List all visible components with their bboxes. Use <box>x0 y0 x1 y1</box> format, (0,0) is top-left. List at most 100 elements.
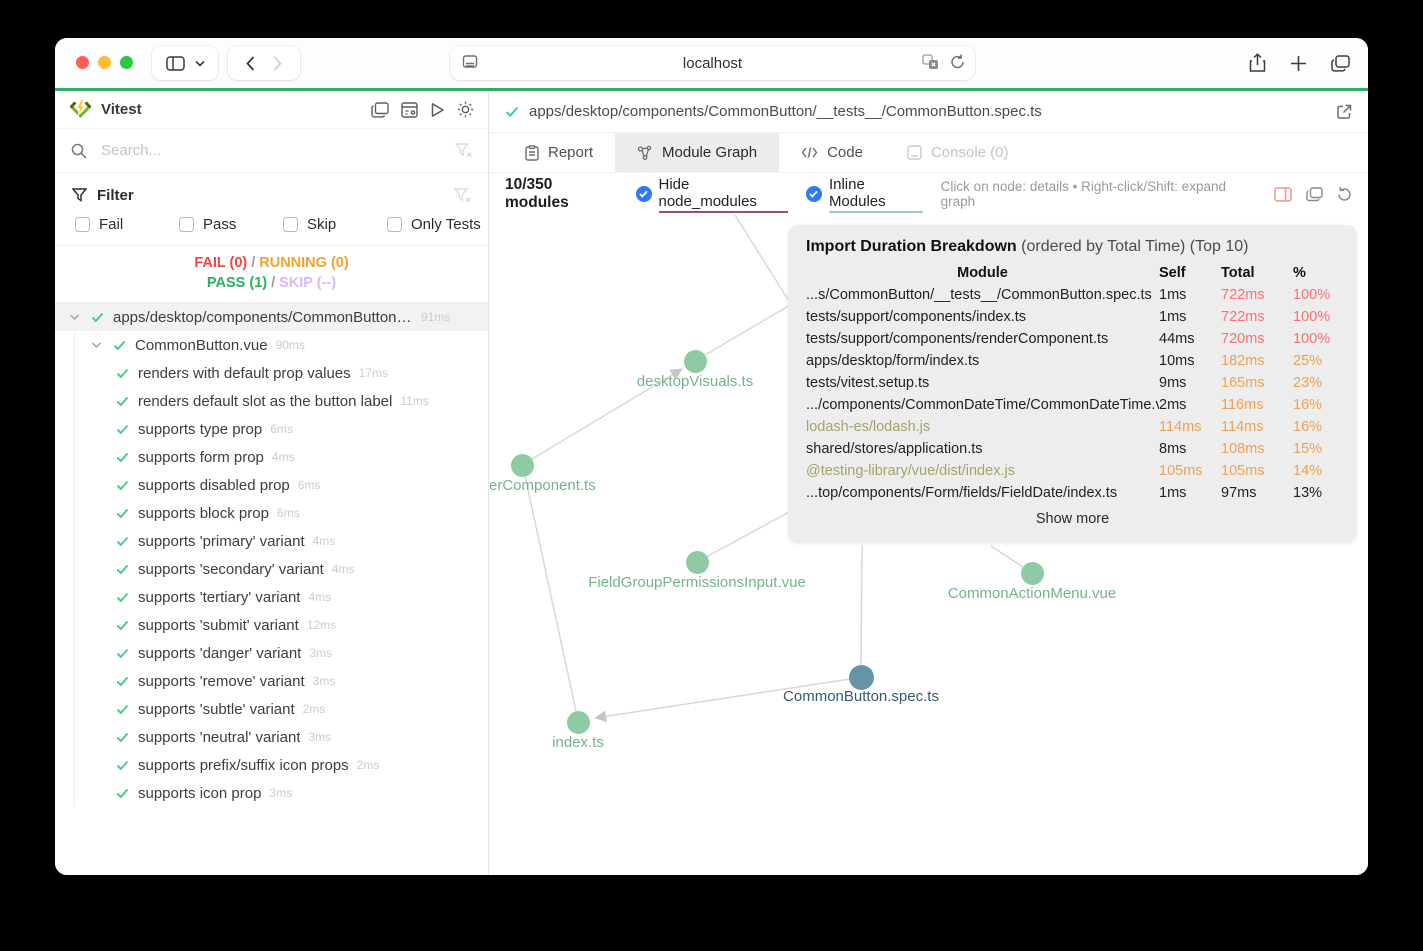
test-case-row[interactable]: supports 'primary' variant 4ms <box>55 527 488 555</box>
test-case-row[interactable]: renders with default prop values 17ms <box>55 359 488 387</box>
reload-icon[interactable] <box>950 54 965 70</box>
test-case-row[interactable]: supports form prop 4ms <box>55 443 488 471</box>
test-case-name: supports 'submit' variant <box>138 616 299 634</box>
duration-table-row[interactable]: apps/desktop/form/index.ts 10ms 182ms 25… <box>806 350 1339 372</box>
duration-table-row[interactable]: ...s/CommonButton/__tests__/CommonButton… <box>806 284 1339 306</box>
open-external-icon[interactable] <box>1336 104 1352 120</box>
chevron-down-icon[interactable] <box>91 341 102 349</box>
reset-graph-icon[interactable] <box>1337 186 1352 202</box>
module-path: lodash-es/lodash.js <box>806 419 931 435</box>
percent: 16% <box>1293 397 1323 413</box>
graph-node[interactable] <box>511 454 534 477</box>
clear-search-filter-icon[interactable] <box>455 143 472 158</box>
duration-table-row[interactable]: tests/support/components/index.ts 1ms 72… <box>806 306 1339 328</box>
test-case-row[interactable]: supports prefix/suffix icon props 2ms <box>55 751 488 779</box>
duration-table-row[interactable]: tests/support/components/renderComponent… <box>806 328 1339 350</box>
graph-node-label[interactable]: erComponent.ts <box>489 477 596 494</box>
filter-checkbox-option[interactable]: Only Tests <box>387 216 488 233</box>
chevron-down-icon[interactable] <box>69 313 80 321</box>
graph-node-label[interactable]: FieldGroupPermissionsInput.vue <box>588 574 806 591</box>
test-case-name: supports 'remove' variant <box>138 672 305 690</box>
theme-toggle-icon[interactable] <box>457 101 474 118</box>
stats-line-2: PASS (1) / SKIP (--) <box>206 275 337 291</box>
address-bar[interactable]: localhost <box>450 46 975 80</box>
minimize-window-button[interactable] <box>98 56 111 69</box>
report-overview-icon[interactable] <box>401 101 418 118</box>
graph-node[interactable] <box>1021 562 1044 585</box>
checkbox-unchecked-icon[interactable] <box>179 217 194 232</box>
graph-node-label[interactable]: index.ts <box>552 734 604 751</box>
duration-table-row[interactable]: shared/stores/application.ts 8ms 108ms 1… <box>806 438 1339 460</box>
checkbox-unchecked-icon[interactable] <box>283 217 298 232</box>
filter-option-label: Fail <box>99 216 124 233</box>
duration-table-row[interactable]: ...top/components/Form/fields/FieldDate/… <box>806 482 1339 504</box>
graph-node-label[interactable]: CommonActionMenu.vue <box>948 585 1116 602</box>
graph-node-label[interactable]: CommonButton.spec.ts <box>783 688 939 705</box>
sidebar-toggle-control[interactable] <box>152 46 218 80</box>
import-duration-panel: Import Duration Breakdown (ordered by To… <box>788 225 1357 543</box>
close-window-button[interactable] <box>76 56 89 69</box>
module-graph-canvas[interactable]: desktopVisuals.ts erComponent.ts FieldGr… <box>489 215 1368 875</box>
dashboard-windows-icon[interactable] <box>371 101 389 118</box>
test-case-row[interactable]: supports type prop 6ms <box>55 415 488 443</box>
back-button[interactable] <box>246 55 255 71</box>
filter-checkbox-option[interactable]: Skip <box>283 216 387 233</box>
filter-checkbox-option[interactable]: Fail <box>75 216 179 233</box>
filter-checkbox-option[interactable]: Pass <box>179 216 283 233</box>
clear-filter-icon[interactable] <box>454 187 471 203</box>
test-file-row[interactable]: apps/desktop/components/CommonButton/_… … <box>55 303 488 331</box>
filter-funnel-icon <box>72 188 87 202</box>
graph-node[interactable] <box>684 350 707 373</box>
tab-report[interactable]: Report <box>503 133 615 172</box>
duration-table-row[interactable]: tests/vitest.setup.ts 9ms 165ms 23% <box>806 372 1339 394</box>
test-case-row[interactable]: supports block prop 6ms <box>55 499 488 527</box>
pass-check-icon <box>116 480 129 491</box>
test-case-row[interactable]: supports 'submit' variant 12ms <box>55 611 488 639</box>
test-suite-row[interactable]: CommonButton.vue 90ms <box>55 331 488 359</box>
test-case-row[interactable]: supports icon prop 3ms <box>55 779 488 807</box>
search-input[interactable] <box>99 141 455 160</box>
hide-node-modules-checkbox[interactable]: Hide node_modules <box>635 176 788 213</box>
translate-icon[interactable] <box>922 54 940 70</box>
total-time: 722ms <box>1221 309 1265 325</box>
tab-overview-icon[interactable] <box>1331 54 1350 72</box>
show-more-button[interactable]: Show more <box>806 511 1339 527</box>
test-case-row[interactable]: supports 'subtle' variant 2ms <box>55 695 488 723</box>
test-case-row[interactable]: renders default slot as the button label… <box>55 387 488 415</box>
self-time: 9ms <box>1159 375 1187 391</box>
stacked-windows-icon[interactable] <box>1306 186 1323 202</box>
share-icon[interactable] <box>1249 53 1266 73</box>
code-icon <box>801 146 818 159</box>
graph-node[interactable] <box>686 551 709 574</box>
zoom-window-button[interactable] <box>120 56 133 69</box>
test-case-time: 6ms <box>297 478 321 492</box>
run-all-icon[interactable] <box>430 101 445 118</box>
test-case-row[interactable]: supports 'danger' variant 3ms <box>55 639 488 667</box>
inline-modules-checkbox[interactable]: Inline Modules <box>805 176 923 213</box>
test-case-row[interactable]: supports 'secondary' variant 4ms <box>55 555 488 583</box>
checkbox-unchecked-icon[interactable] <box>387 217 402 232</box>
forward-button[interactable] <box>273 55 282 71</box>
duration-table-row[interactable]: .../components/CommonDateTime/CommonDate… <box>806 394 1339 416</box>
tab-code[interactable]: Code <box>779 133 885 172</box>
test-case-time: 3ms <box>308 730 332 744</box>
graph-node-label[interactable]: desktopVisuals.ts <box>637 373 753 390</box>
duration-table-row[interactable]: @testing-library/vue/dist/index.js 105ms… <box>806 460 1339 482</box>
duration-table-row[interactable]: lodash-es/lodash.js 114ms 114ms 16% <box>806 416 1339 438</box>
new-tab-icon[interactable] <box>1290 55 1307 72</box>
graph-node-active[interactable] <box>849 665 874 690</box>
graph-toolbar: 10/350 modules Hide node_modules Inline … <box>489 173 1368 215</box>
test-case-row[interactable]: supports 'neutral' variant 3ms <box>55 723 488 751</box>
view-tabs: Report Module Graph Code Console (0) <box>489 133 1368 173</box>
test-case-row[interactable]: supports disabled prop 6ms <box>55 471 488 499</box>
test-case-row[interactable]: supports 'tertiary' variant 4ms <box>55 583 488 611</box>
running-count: RUNNING (0) <box>259 255 349 271</box>
tab-module-graph[interactable]: Module Graph <box>615 133 780 172</box>
percent: 14% <box>1293 463 1323 479</box>
test-case-row[interactable]: supports 'remove' variant 3ms <box>55 667 488 695</box>
checkbox-unchecked-icon[interactable] <box>75 217 90 232</box>
tab-console[interactable]: Console (0) <box>885 133 1031 172</box>
col-header-self: Self <box>1159 265 1186 281</box>
graph-node[interactable] <box>567 711 590 734</box>
duration-breakdown-toggle-icon[interactable] <box>1274 186 1292 202</box>
